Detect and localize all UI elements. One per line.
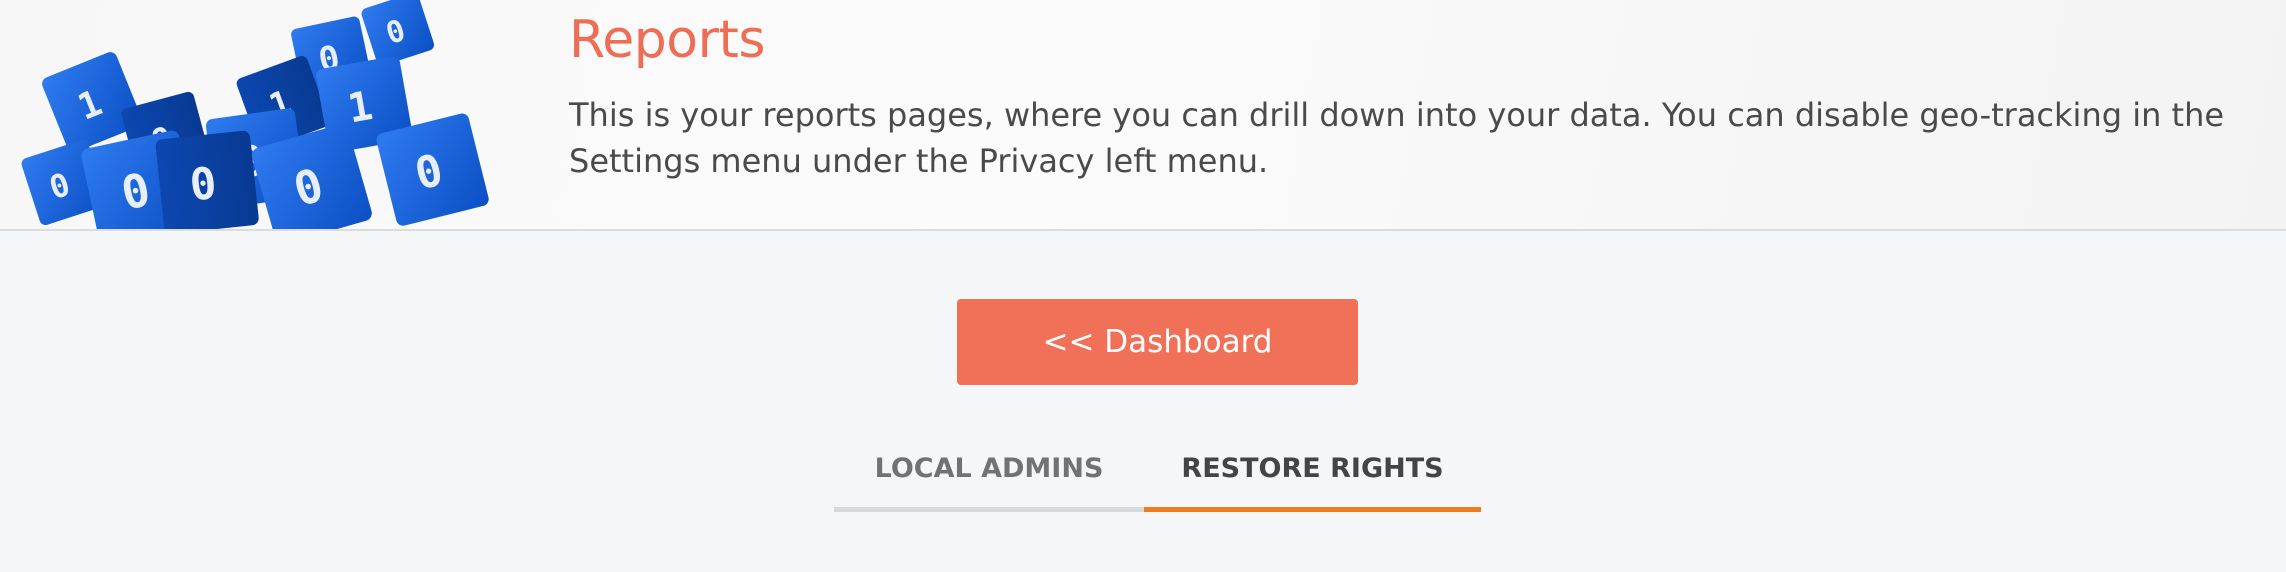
tab-restore-rights[interactable]: RESTORE RIGHTS bbox=[1144, 440, 1481, 512]
page-title: Reports bbox=[569, 10, 765, 70]
page-description: This is your reports pages, where you ca… bbox=[569, 96, 2225, 180]
binary-cubes-image: 0 0 1 1 1 0 0 0 0 0 bbox=[21, 0, 489, 229]
page-header: 0 0 1 1 1 0 0 0 0 0 Reports This is your… bbox=[0, 0, 2286, 231]
svg-text:0: 0 bbox=[187, 158, 219, 211]
dashboard-button[interactable]: << Dashboard bbox=[957, 299, 1358, 385]
report-tabs: LOCAL ADMINS RESTORE RIGHTS bbox=[834, 440, 1481, 512]
tab-local-admins[interactable]: LOCAL ADMINS bbox=[834, 440, 1144, 512]
